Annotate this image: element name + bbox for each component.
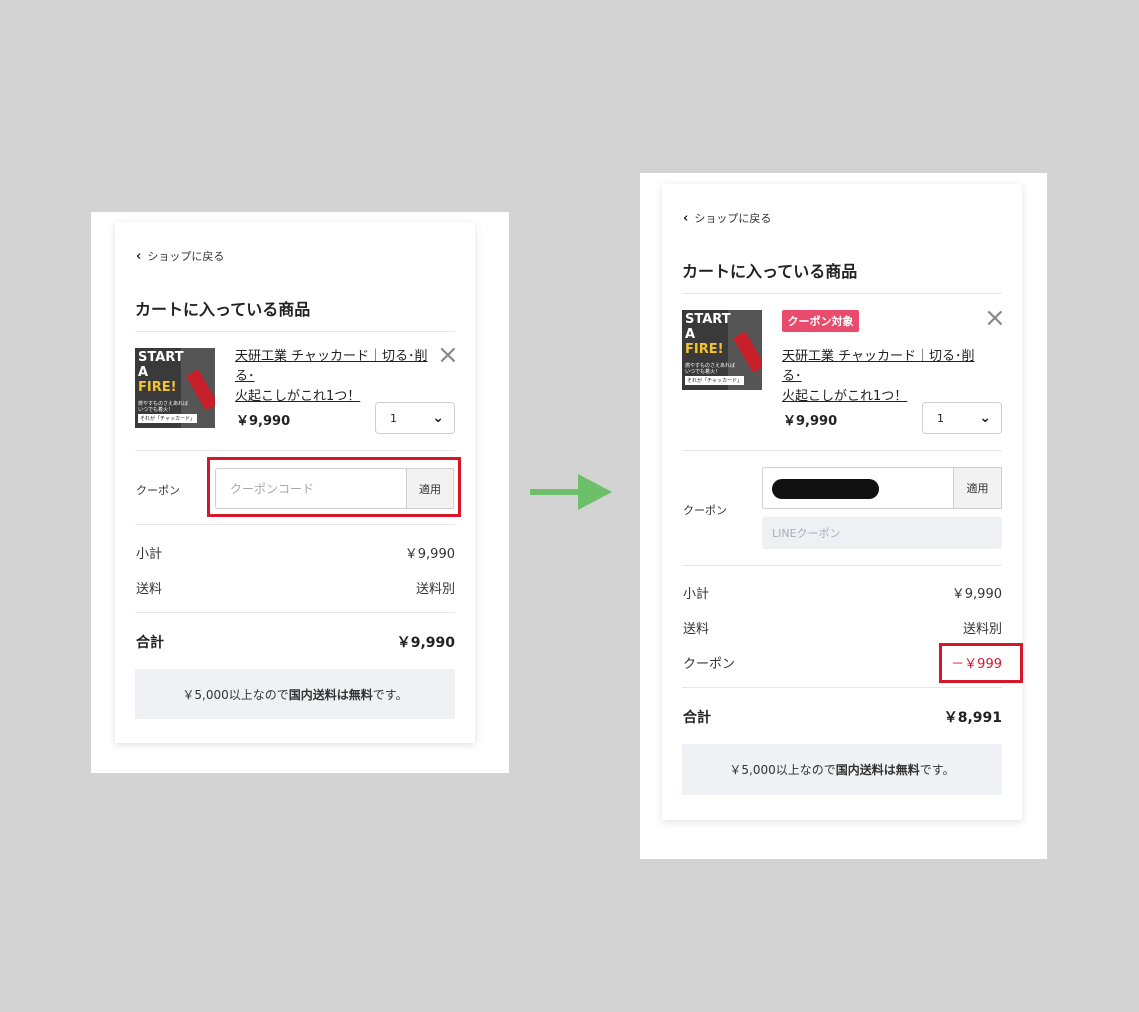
thumb-caption: 燃やすものさえあれば いつでも着火！ (685, 363, 736, 375)
thumb-headline: START A FIRE! (138, 350, 184, 395)
after-subtotal-value: ￥9,990 (951, 587, 1002, 602)
after-divider-1 (682, 293, 1002, 294)
before-page-title: カートに入っている商品 (135, 300, 311, 319)
chevron-left-icon: ‹ (683, 210, 689, 226)
after-product-thumbnail[interactable]: START A FIRE! 燃やすものさえあれば いつでも着火！ それが「チャッ… (682, 310, 762, 390)
after-product-name-link[interactable]: 天研工業 チャッカード｜切る･削る･ 火起こしがこれ1つ！ (782, 347, 982, 407)
after-quantity-select[interactable]: 1 ⌄ (922, 402, 1002, 434)
after-shipping-value: 送料別 (962, 622, 1002, 637)
thumb-tagline: それが「チャッカード」 (685, 376, 744, 385)
before-coupon-label: クーポン (136, 484, 180, 497)
after-total-label: 合計 (683, 710, 711, 726)
before-subtotal-value: ￥9,990 (404, 547, 455, 562)
before-total-label: 合計 (136, 635, 164, 651)
before-divider-1 (135, 331, 455, 332)
chevron-left-icon: ‹ (136, 248, 142, 264)
arrow-right-icon (528, 472, 614, 512)
before-divider-4 (135, 612, 455, 613)
before-product-name-link[interactable]: 天研工業 チャッカード｜切る･削る･ 火起こしがこれ1つ！ (235, 347, 435, 407)
after-product-price: ￥9,990 (783, 414, 838, 429)
thumb-tagline: それが「チャッカード」 (138, 414, 197, 423)
close-icon[interactable]: × (437, 342, 459, 368)
before-subtotal-label: 小計 (136, 547, 163, 562)
before-shipping-note: ￥5,000以上なので 国内送料は無料 です。 (135, 669, 455, 719)
line-coupon-input[interactable]: LINEクーポン (762, 517, 1002, 549)
close-icon[interactable]: × (984, 305, 1006, 331)
before-total-value: ￥9,990 (396, 635, 455, 651)
before-highlight-box (207, 457, 461, 517)
after-apply-button[interactable]: 適用 (953, 467, 1002, 509)
before-quantity-select[interactable]: 1 ⌄ (375, 402, 455, 434)
after-total-value: ￥8,991 (943, 710, 1002, 726)
before-back-link[interactable]: ‹ ショップに戻る (136, 248, 224, 264)
before-divider-2 (135, 450, 455, 451)
before-divider-3 (135, 524, 455, 525)
after-divider-4 (682, 687, 1002, 688)
after-discount-label: クーポン (683, 657, 736, 672)
after-shipping-note: ￥5,000以上なので 国内送料は無料 です。 (682, 744, 1002, 795)
after-coupon-label: クーポン (683, 504, 727, 517)
chevron-down-icon: ⌄ (979, 410, 991, 426)
thumb-headline: START A FIRE! (685, 312, 731, 357)
coupon-eligible-badge: クーポン対象 (782, 310, 859, 332)
after-page-title: カートに入っている商品 (682, 262, 858, 281)
after-divider-3 (682, 565, 1002, 566)
after-back-link[interactable]: ‹ ショップに戻る (683, 210, 771, 226)
after-discount-highlight-box (939, 643, 1023, 683)
after-shipping-label: 送料 (683, 622, 710, 637)
after-subtotal-label: 小計 (683, 587, 710, 602)
before-product-thumbnail[interactable]: START A FIRE! 燃やすものさえあれば いつでも着火！ それが「チャッ… (135, 348, 215, 428)
redacted-coupon-code (772, 479, 879, 499)
after-divider-2 (682, 450, 1002, 451)
before-shipping-value: 送料別 (415, 582, 455, 597)
before-shipping-label: 送料 (136, 582, 163, 597)
chevron-down-icon: ⌄ (432, 410, 444, 426)
thumb-caption: 燃やすものさえあれば いつでも着火！ (138, 401, 189, 413)
before-product-price: ￥9,990 (236, 414, 291, 429)
